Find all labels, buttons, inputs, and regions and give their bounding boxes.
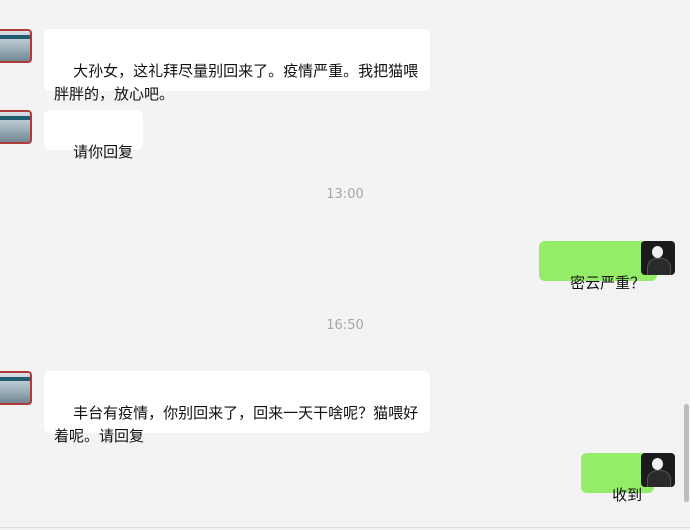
message-text: 请你回复 — [73, 143, 134, 161]
user-avatar[interactable] — [641, 453, 675, 487]
avatar-frame — [0, 110, 32, 144]
message-text: 收到 — [612, 486, 643, 504]
avatar-frame — [0, 29, 32, 63]
message-text: 丰台有疫情，你别回来了，回来一天干啥呢？猫喂好着呢。请回复 — [54, 404, 419, 445]
message-bubble-outgoing[interactable]: 密云严重？ — [539, 241, 658, 292]
avatar-frame — [0, 371, 32, 405]
avatar-body — [647, 258, 671, 275]
scrollbar[interactable] — [684, 404, 689, 502]
timestamp: 16:50 — [326, 318, 364, 333]
contact-avatar[interactable] — [0, 371, 32, 405]
contact-avatar[interactable] — [0, 110, 32, 144]
avatar-body — [647, 470, 671, 487]
avatar-face — [652, 458, 663, 470]
message-bubble-incoming[interactable]: 请你回复 — [44, 110, 144, 161]
message-bubble-incoming[interactable]: 丰台有疫情，你别回来了，回来一天干啥呢？猫喂好着呢。请回复 — [44, 371, 430, 445]
timestamp: 13:00 — [326, 187, 364, 202]
message-bubble-incoming[interactable]: 大孙女，这礼拜尽量别回来了。疫情严重。我把猫喂胖胖的，放心吧。 — [44, 29, 430, 103]
chat-window: 大孙女，这礼拜尽量别回来了。疫情严重。我把猫喂胖胖的，放心吧。 请你回复 13:… — [0, 0, 690, 530]
message-text: 大孙女，这礼拜尽量别回来了。疫情严重。我把猫喂胖胖的，放心吧。 — [54, 62, 419, 103]
message-text: 密云严重？ — [570, 274, 646, 292]
divider — [0, 527, 690, 528]
contact-avatar[interactable] — [0, 29, 32, 63]
user-avatar[interactable] — [641, 241, 675, 275]
avatar-face — [652, 246, 663, 258]
